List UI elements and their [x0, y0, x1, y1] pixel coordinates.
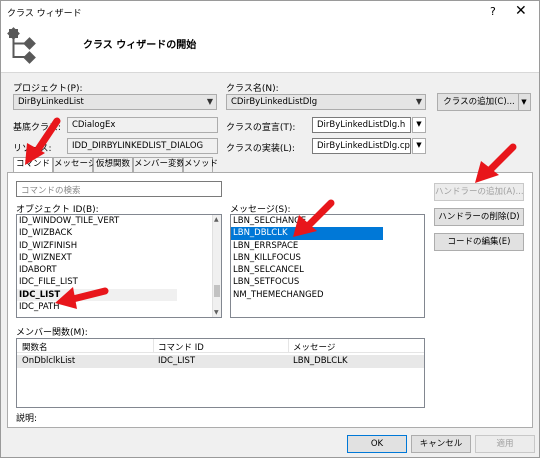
- classname-dropdown[interactable]: CDirByLinkedListDlg ▼: [226, 94, 426, 110]
- list-item[interactable]: LBN_SETFOCUS: [231, 276, 424, 288]
- base-class-value: CDialogEx: [72, 120, 116, 130]
- column-divider: [153, 339, 154, 353]
- column-header-message[interactable]: メッセージ: [293, 341, 335, 353]
- tab-methods[interactable]: メソッド: [183, 157, 218, 172]
- add-class-label: クラスの追加(C)...: [443, 97, 515, 107]
- edit-code-button[interactable]: コードの編集(E): [434, 233, 524, 251]
- table-cell: LBN_DBLCLK: [293, 356, 348, 366]
- scroll-down-icon[interactable]: ▼: [214, 309, 219, 316]
- list-item[interactable]: IDABORT: [17, 264, 221, 276]
- search-placeholder: コマンドの検索: [21, 186, 81, 196]
- command-search-input[interactable]: コマンドの検索: [16, 181, 222, 197]
- ok-button[interactable]: OK: [347, 435, 407, 453]
- description-label: 説明:: [16, 414, 38, 424]
- declaration-value: DirByLinkedListDlg.h: [317, 120, 406, 130]
- project-dropdown[interactable]: DirByLinkedList ▼: [13, 94, 217, 110]
- implementation-dropdown-button[interactable]: ▼: [412, 138, 426, 154]
- table-header: 関数名 コマンド ID メッセージ: [17, 339, 424, 353]
- tab-commands[interactable]: コマンド: [13, 157, 53, 173]
- declaration-dropdown-button[interactable]: ▼: [412, 117, 426, 133]
- project-label: プロジェクト(P):: [13, 84, 83, 94]
- tab-virtual-functions[interactable]: 仮想関数: [93, 157, 133, 172]
- column-header-function[interactable]: 関数名: [22, 341, 48, 353]
- resource-value: IDD_DIRBYLINKEDLIST_DIALOG: [72, 141, 204, 151]
- add-handler-button[interactable]: ハンドラーの追加(A)...: [434, 183, 524, 201]
- window-title: クラス ウィザード: [7, 9, 82, 19]
- tab-member-variables[interactable]: メンバー変数: [133, 157, 185, 172]
- implementation-value: DirByLinkedListDlg.cpp: [317, 141, 411, 151]
- messages-list[interactable]: LBN_SELCHANGE LBN_DBLCLK LBN_ERRSPACE LB…: [230, 214, 425, 318]
- class-wizard-icon: [7, 27, 36, 64]
- table-cell: OnDblclkList: [22, 356, 76, 366]
- tab-messages[interactable]: メッセージ: [53, 157, 96, 172]
- implementation-field[interactable]: DirByLinkedListDlg.cpp: [312, 138, 411, 154]
- page-title: クラス ウィザードの開始: [83, 40, 197, 51]
- help-icon[interactable]: ?: [490, 5, 496, 18]
- member-functions-label: メンバー関数(M):: [16, 328, 88, 338]
- base-class-field: CDialogEx: [67, 117, 218, 133]
- declaration-field[interactable]: DirByLinkedListDlg.h: [312, 117, 411, 133]
- base-class-label: 基底クラス:: [13, 123, 61, 133]
- list-item-selected[interactable]: LBN_DBLCLK: [231, 227, 383, 240]
- table-cell: IDC_LIST: [158, 356, 196, 366]
- list-item[interactable]: NM_THEMECHANGED: [231, 289, 424, 301]
- resource-field: IDD_DIRBYLINKEDLIST_DIALOG: [67, 138, 218, 154]
- list-item[interactable]: IDC_FILE_LIST: [17, 276, 221, 288]
- cancel-button[interactable]: キャンセル: [411, 435, 471, 453]
- classname-label: クラス名(N):: [226, 84, 279, 94]
- list-item[interactable]: LBN_ERRSPACE: [231, 240, 424, 252]
- wizard-header: クラス ウィザードの開始: [1, 23, 539, 73]
- list-item[interactable]: ID_WIZFINISH: [17, 240, 221, 252]
- close-icon[interactable]: ✕: [515, 3, 527, 19]
- column-divider: [288, 339, 289, 353]
- resource-label: リソース:: [13, 144, 52, 154]
- title-bar: クラス ウィザード ? ✕: [1, 1, 539, 23]
- classname-value: CDirByLinkedListDlg: [231, 97, 318, 107]
- object-id-list[interactable]: ID_WINDOW_TILE_VERT ID_WIZBACK ID_WIZFIN…: [16, 214, 222, 318]
- implementation-label: クラスの実装(L):: [226, 144, 295, 154]
- list-item[interactable]: LBN_KILLFOCUS: [231, 252, 424, 264]
- chevron-down-icon[interactable]: ▼: [518, 94, 529, 110]
- delete-handler-button[interactable]: ハンドラーの削除(D): [434, 208, 524, 226]
- column-header-command-id[interactable]: コマンド ID: [158, 341, 204, 353]
- table-row[interactable]: OnDblclkList IDC_LIST LBN_DBLCLK: [17, 355, 424, 368]
- scroll-up-icon[interactable]: ▲: [214, 216, 219, 223]
- list-item[interactable]: ID_WINDOW_TILE_VERT: [17, 215, 221, 227]
- class-wizard-dialog: クラス ウィザード ? ✕ クラス ウィザードの開始 プロジェクト(P): Di…: [0, 0, 540, 458]
- list-item[interactable]: LBN_SELCHANGE: [231, 215, 424, 227]
- list-item[interactable]: ID_WIZNEXT: [17, 252, 221, 264]
- add-class-button[interactable]: クラスの追加(C)... ▼: [437, 93, 531, 111]
- scroll-thumb[interactable]: [214, 285, 220, 297]
- list-item[interactable]: IDC_PATH: [17, 301, 221, 313]
- list-item-selected[interactable]: IDC_LIST: [17, 288, 177, 302]
- declaration-label: クラスの宣言(T):: [226, 123, 296, 133]
- chevron-down-icon: ▼: [415, 97, 422, 106]
- project-value: DirByLinkedList: [18, 97, 84, 107]
- member-functions-table[interactable]: 関数名 コマンド ID メッセージ OnDblclkList IDC_LIST …: [16, 338, 425, 408]
- object-id-scrollbar[interactable]: ▲ ▼: [212, 215, 221, 317]
- list-item[interactable]: LBN_SELCANCEL: [231, 264, 424, 276]
- apply-button[interactable]: 適用: [475, 435, 535, 453]
- list-item[interactable]: ID_WIZBACK: [17, 227, 221, 239]
- chevron-down-icon: ▼: [206, 97, 213, 106]
